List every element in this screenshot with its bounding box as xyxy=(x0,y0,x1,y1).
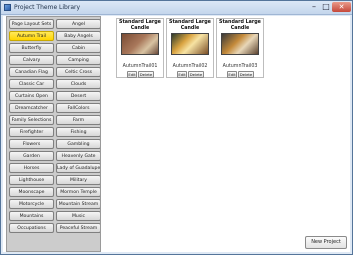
project-thumbnail[interactable] xyxy=(221,33,259,55)
theme-button-page-layout-sets[interactable]: Page Layout Sets xyxy=(9,19,54,29)
theme-button-cabin[interactable]: Cabin xyxy=(56,43,100,53)
app-window: Project Theme Library – □ ✕ Page Layout … xyxy=(0,0,353,255)
theme-button-heavenly-gate[interactable]: Heavenly Gate xyxy=(56,151,100,161)
project-name: AutumnTrail03 xyxy=(222,64,258,69)
theme-button-garden[interactable]: Garden xyxy=(9,151,54,161)
minimize-button[interactable]: – xyxy=(308,2,320,12)
theme-button-canadian-flag[interactable]: Canadian Flag xyxy=(9,67,54,77)
client-area: Page Layout Sets Angel Autumn Trail Baby… xyxy=(3,16,350,252)
theme-button-desert[interactable]: Desert xyxy=(56,91,100,101)
theme-button-firefighter[interactable]: Firefighter xyxy=(9,127,54,137)
maximize-button[interactable]: □ xyxy=(320,2,332,12)
theme-button-gambling[interactable]: Gambling xyxy=(56,139,100,149)
theme-button-classic-car[interactable]: Classic Car xyxy=(9,79,54,89)
project-title: Standard Large Candle xyxy=(119,20,161,31)
window-title: Project Theme Library xyxy=(14,4,81,11)
theme-button-peaceful-stream[interactable]: Peaceful Stream xyxy=(56,223,100,233)
project-title: Standard Large Candle xyxy=(219,20,261,31)
project-card[interactable]: Standard Large Candle AutumnTrail02 Edit… xyxy=(166,18,214,78)
project-thumbnail[interactable] xyxy=(121,33,159,55)
theme-button-autumn-trail[interactable]: Autumn Trail xyxy=(9,31,54,41)
theme-button-fishing[interactable]: Fishing xyxy=(56,127,100,137)
theme-button-angel[interactable]: Angel xyxy=(56,19,100,29)
edit-button[interactable]: Edit xyxy=(227,71,237,78)
theme-button-farm[interactable]: Farm xyxy=(56,115,100,125)
title-bar[interactable]: Project Theme Library – □ ✕ xyxy=(1,1,352,15)
theme-button-family-selections[interactable]: Family Selections xyxy=(9,115,54,125)
theme-button-occupations[interactable]: Occupations xyxy=(9,223,54,233)
theme-button-mormon-temple[interactable]: Mormon Temple xyxy=(56,187,100,197)
theme-button-celtic-cross[interactable]: Celtic Cross xyxy=(56,67,100,77)
theme-button-horses[interactable]: Horses xyxy=(9,163,54,173)
edit-button[interactable]: Edit xyxy=(127,71,137,78)
close-button[interactable]: ✕ xyxy=(332,2,351,12)
theme-button-butterfly[interactable]: Butterfly xyxy=(9,43,54,53)
theme-button-fallcolors[interactable]: FallColors xyxy=(56,103,100,113)
delete-button[interactable]: Delete xyxy=(238,71,254,78)
project-thumbnail[interactable] xyxy=(171,33,209,55)
project-name: AutumnTrail01 xyxy=(122,64,158,69)
theme-button-mountain-stream[interactable]: Mountain Stream xyxy=(56,199,100,209)
theme-button-motorcycle[interactable]: Motorcycle xyxy=(9,199,54,209)
theme-button-moonscape[interactable]: Moonscape xyxy=(9,187,54,197)
theme-button-military[interactable]: Military xyxy=(56,175,100,185)
app-icon xyxy=(4,4,11,11)
edit-button[interactable]: Edit xyxy=(177,71,187,78)
theme-button-lady-of-guadalupe[interactable]: Lady of Guadalupe xyxy=(56,163,100,173)
theme-button-mountains[interactable]: Mountains xyxy=(9,211,54,221)
delete-button[interactable]: Delete xyxy=(188,71,204,78)
theme-list-panel: Page Layout Sets Angel Autumn Trail Baby… xyxy=(6,16,101,252)
theme-button-flowers[interactable]: Flowers xyxy=(9,139,54,149)
project-name: AutumnTrail02 xyxy=(172,64,208,69)
theme-button-dreamcatcher[interactable]: Dreamcatcher xyxy=(9,103,54,113)
theme-button-music[interactable]: Music xyxy=(56,211,100,221)
theme-button-calvary[interactable]: Calvary xyxy=(9,55,54,65)
theme-grid: Page Layout Sets Angel Autumn Trail Baby… xyxy=(9,19,100,233)
project-card[interactable]: Standard Large Candle AutumnTrail01 Edit… xyxy=(116,18,164,78)
new-project-button[interactable]: New Project xyxy=(305,236,347,249)
theme-button-clouds[interactable]: Clouds xyxy=(56,79,100,89)
project-title: Standard Large Candle xyxy=(169,20,211,31)
theme-button-baby-angels[interactable]: Baby Angels xyxy=(56,31,100,41)
delete-button[interactable]: Delete xyxy=(138,71,154,78)
theme-button-curtains-open[interactable]: Curtains Open xyxy=(9,91,54,101)
theme-list-scrollbar[interactable] xyxy=(100,17,101,252)
project-card[interactable]: Standard Large Candle AutumnTrail03 Edit… xyxy=(216,18,264,78)
theme-button-lighthouse[interactable]: Lighthouse xyxy=(9,175,54,185)
theme-button-camping[interactable]: Camping xyxy=(56,55,100,65)
